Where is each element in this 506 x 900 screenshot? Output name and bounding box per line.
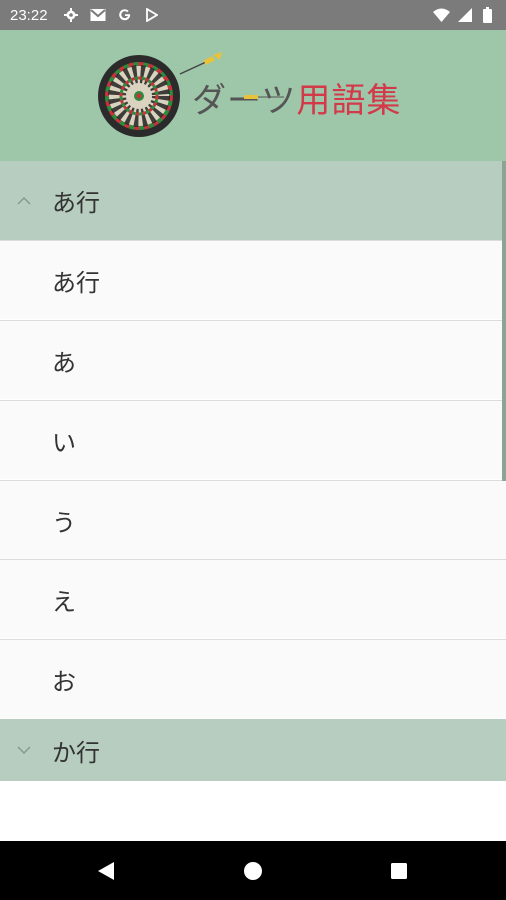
app-title-glossary: 用語集 [296,80,402,121]
list-item[interactable]: あ行 [0,240,506,319]
list-item-label: う [52,508,76,537]
list-item-label: あ行 [52,268,100,297]
status-right-icons [433,6,496,23]
chevron-up-icon [14,191,34,211]
list-item-label: あ [52,348,76,377]
group-label: あ行 [52,189,100,217]
gear-icon [62,6,80,24]
list-item[interactable]: う [0,480,506,559]
list-item-label: い [52,428,76,457]
gmail-icon [89,6,107,24]
home-icon[interactable] [241,859,265,883]
app-header: ダーツ 用語集 [0,30,506,161]
small-dart-icon [244,95,284,99]
app-title: ダーツ 用語集 [192,72,401,122]
status-left-icons [62,6,161,24]
list-item[interactable]: え [0,559,506,638]
status-time: 23:22 [10,6,48,24]
dartboard-icon [98,55,180,137]
list-item[interactable]: お [0,639,506,718]
scrollbar[interactable] [502,161,506,481]
group-header-ka[interactable]: か行 [0,719,506,781]
navigation-bar [0,841,506,900]
recents-icon[interactable] [387,859,411,883]
list-item[interactable]: い [0,400,506,479]
back-icon[interactable] [94,859,118,883]
list-item-label: え [52,587,76,616]
play-store-icon [143,6,161,24]
google-icon [116,6,134,24]
signal-icon [456,6,473,23]
battery-icon [479,6,496,23]
chevron-down-icon [14,740,34,760]
status-bar: 23:22 [0,0,506,30]
term-list[interactable]: あ行 あ行 あ い う え お か行 [0,161,506,841]
list-item-label: お [52,667,76,696]
wifi-icon [433,6,450,23]
list-item[interactable]: あ [0,320,506,399]
group-header-a[interactable]: あ行 [0,161,506,240]
group-label: か行 [52,738,100,767]
